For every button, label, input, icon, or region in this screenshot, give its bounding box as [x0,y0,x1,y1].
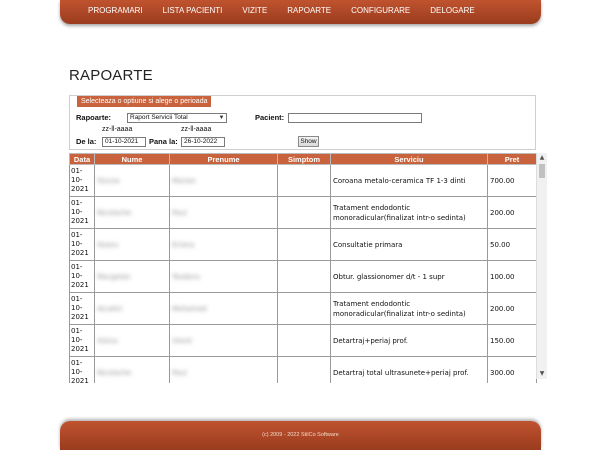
report-type-select[interactable]: Raport Servicii Total ▼ [127,113,227,123]
show-button[interactable]: Show [298,136,319,147]
cell-simptom [277,228,331,261]
cell-prenume: Marian [169,164,278,197]
cell-pret: 50.00 [487,228,537,261]
report-filter-panel: Selecteaza o optiune si alege o perioada… [69,95,536,150]
scroll-up-arrow-icon[interactable]: ▲ [537,153,547,163]
nav-programari[interactable]: PROGRAMARI [88,0,143,24]
table-row: 01- 10- 2021 Ileanu Eriana Consultatie pri… [69,228,537,261]
column-header-pret: Pret [487,153,537,165]
cell-simptom [277,324,331,357]
cell-pret: 200.00 [487,196,537,229]
cell-date: 01- 10- 2021 [69,356,95,383]
footer-copyright: (c) 2009 - 2022 StilCo Software [262,432,339,438]
cell-date: 01- 10- 2021 [69,260,95,293]
cell-nume: Viziva [94,324,170,357]
cell-simptom [277,292,331,325]
cell-nume: Macgelan [94,260,170,293]
cell-serviciu: Obtur. glassionomer d/t - 1 supr [330,260,488,293]
scroll-down-arrow-icon[interactable]: ▼ [537,369,547,379]
cell-nume: Sturza [94,164,170,197]
table-header-row: Data Nume Prenume Simptom Serviciu Pret [69,153,537,165]
cell-prenume: Paul [169,356,278,383]
column-header-nume: Nume [94,153,170,165]
to-date-input[interactable]: 26-10-2022 [181,137,225,147]
cell-serviciu: Coroana metalo-ceramica TF 1-3 dinti [330,164,488,197]
cell-serviciu: Tratament endodontic monoradicular(final… [330,196,488,229]
cell-nume: Nicolache [94,196,170,229]
from-date-format-hint: zz-ll-aaaa [102,126,133,133]
footer-bar: (c) 2009 - 2022 StilCo Software [60,421,541,450]
cell-date: 01- 10- 2021 [69,164,95,197]
cell-date: 01- 10- 2021 [69,228,95,261]
nav-delogare[interactable]: DELOGARE [430,0,474,24]
report-type-label: Rapoarte: [76,113,112,122]
table-row: 01- 10- 2021 Macgelan Teodora Obtur. glass… [69,260,537,293]
cell-pret: 700.00 [487,164,537,197]
cell-date: 01- 10- 2021 [69,196,95,229]
table-row: 01- 10- 2021 Viziva Viorel Detartraj+peria… [69,324,537,357]
column-header-prenume: Prenume [169,153,278,165]
cell-nume: Ileanu [94,228,170,261]
cell-date: 01- 10- 2021 [69,324,95,357]
page: PROGRAMARI LISTA PACIENTI VIZITE RAPOART… [0,0,600,450]
cell-prenume: Eriana [169,228,278,261]
report-table: Data Nume Prenume Simptom Serviciu Pret … [69,153,537,383]
cell-pret: 150.00 [487,324,537,357]
page-title: RAPOARTE [69,67,153,84]
nav-lista-pacienti[interactable]: LISTA PACIENTI [163,0,223,24]
cell-pret: 100.00 [487,260,537,293]
cell-simptom [277,164,331,197]
table-row: 01- 10- 2021 Alcalini Mohamed Tratament en… [69,292,537,325]
column-header-serviciu: Serviciu [330,153,488,165]
cell-pret: 200.00 [487,292,537,325]
table-scrollbar[interactable]: ▲ ▼ [536,153,547,379]
cell-simptom [277,356,331,383]
cell-pret: 300.00 [487,356,537,383]
cell-date: 01- 10- 2021 [69,292,95,325]
nav-rapoarte[interactable]: RAPOARTE [287,0,331,24]
column-header-data: Data [69,153,95,165]
cell-prenume: Mohamed [169,292,278,325]
table-row: 01- 10- 2021 Nicolache Paul Detartraj tota… [69,356,537,383]
patient-input[interactable] [288,113,422,123]
table-row: 01- 10- 2021 Nicolache Paul Tratament endo… [69,196,537,229]
to-date-format-hint: zz-ll-aaaa [181,126,212,133]
nav-configurare[interactable]: CONFIGURARE [351,0,410,24]
filter-panel-header: Selecteaza o optiune si alege o perioada [77,96,212,107]
to-date-label: Pana la: [149,137,178,146]
table-row: 01- 10- 2021 Sturza Marian Coroana metalo-… [69,164,537,197]
report-type-selected-value: Raport Servicii Total [130,114,188,121]
chevron-down-icon: ▼ [218,115,225,121]
cell-serviciu: Tratament endodontic monoradicular(final… [330,292,488,325]
top-navigation-bar: PROGRAMARI LISTA PACIENTI VIZITE RAPOART… [60,0,541,24]
cell-serviciu: Detartraj total ultrasunete+periaj prof. [330,356,488,383]
column-header-simptom: Simptom [277,153,331,165]
nav-vizite[interactable]: VIZITE [242,0,267,24]
cell-prenume: Viorel [169,324,278,357]
cell-simptom [277,260,331,293]
cell-serviciu: Consultatie primara [330,228,488,261]
cell-simptom [277,196,331,229]
report-table-container[interactable]: Data Nume Prenume Simptom Serviciu Pret … [69,153,547,383]
scrollbar-thumb[interactable] [539,164,545,178]
from-date-label: De la: [76,137,97,146]
cell-serviciu: Detartraj+periaj prof. [330,324,488,357]
cell-nume: Nicolache [94,356,170,383]
from-date-input[interactable]: 01-10-2021 [102,137,146,147]
cell-prenume: Paul [169,196,278,229]
cell-nume: Alcalini [94,292,170,325]
cell-prenume: Teodora [169,260,278,293]
patient-label: Pacient: [255,113,285,122]
